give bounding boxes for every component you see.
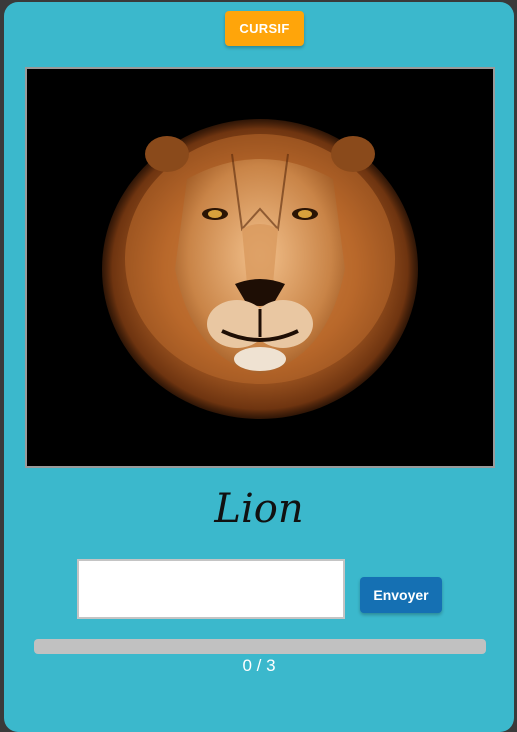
lion-illustration xyxy=(27,69,493,466)
cursive-mode-button[interactable]: CURSIF xyxy=(225,11,304,46)
game-card: CURSIF Lion Envoyer 0 / 3 xyxy=(4,2,514,732)
progress-bar xyxy=(34,639,486,654)
target-word: Lion xyxy=(214,486,304,532)
answer-input[interactable] xyxy=(77,559,345,619)
word-image xyxy=(25,67,495,468)
submit-button[interactable]: Envoyer xyxy=(360,577,442,613)
progress-counter: 0 / 3 xyxy=(242,656,276,675)
